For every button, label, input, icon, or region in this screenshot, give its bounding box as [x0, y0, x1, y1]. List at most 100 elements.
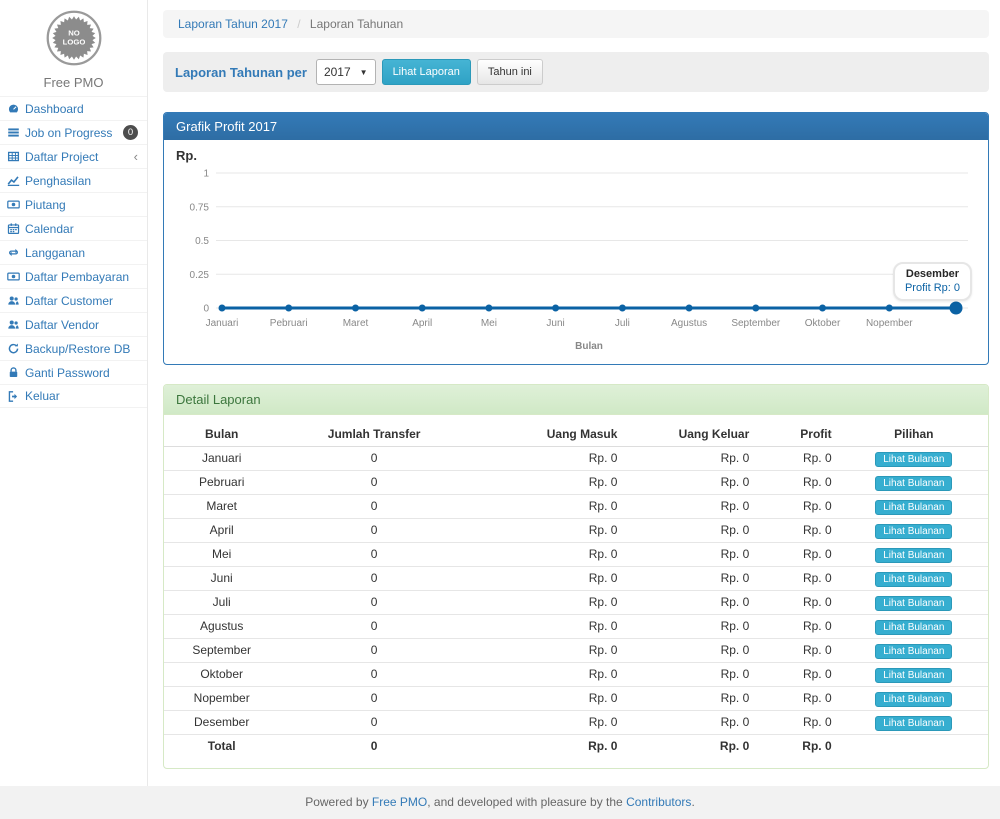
- lihat-bulanan-button[interactable]: Lihat Bulanan: [875, 524, 952, 539]
- no-logo-badge: NO LOGO: [45, 9, 103, 67]
- svg-text:Agustus: Agustus: [671, 318, 707, 329]
- logo-line-1: NO: [68, 28, 80, 37]
- table-cell: Rp. 0: [757, 735, 839, 759]
- lihat-bulanan-button[interactable]: Lihat Bulanan: [875, 548, 952, 563]
- footer: Powered by Free PMO, and developed with …: [0, 786, 1000, 819]
- sidebar-item-label: Ganti Password: [25, 366, 138, 380]
- table-cell: Rp. 0: [625, 687, 757, 711]
- table-cell: Desember: [164, 711, 279, 735]
- sidebar-item-label: Penghasilan: [25, 174, 138, 188]
- table-cell: Rp. 0: [469, 591, 626, 615]
- year-select-value: 2017: [324, 65, 351, 79]
- chevron-left-icon: ‹: [134, 150, 138, 163]
- sidebar-item-piutang[interactable]: Piutang: [0, 192, 147, 216]
- table-cell: Rp. 0: [625, 447, 757, 471]
- table-row: Desember0Rp. 0Rp. 0Rp. 0Lihat Bulanan: [164, 711, 988, 735]
- year-select[interactable]: 2017 ▼: [316, 59, 376, 85]
- sidebar-item-dashboard[interactable]: Dashboard: [0, 96, 147, 120]
- table-row: Januari0Rp. 0Rp. 0Rp. 0Lihat Bulanan: [164, 447, 988, 471]
- table-cell-actions: Lihat Bulanan: [840, 471, 988, 495]
- main-content: Laporan Tahun 2017 / Laporan Tahunan Lap…: [148, 0, 1000, 786]
- sidebar-item-daftar-pembayaran[interactable]: Daftar Pembayaran: [0, 264, 147, 288]
- table-cell-actions: Lihat Bulanan: [840, 663, 988, 687]
- sidebar-item-penghasilan[interactable]: Penghasilan: [0, 168, 147, 192]
- column-header: Bulan: [164, 423, 279, 447]
- table-row: Maret0Rp. 0Rp. 0Rp. 0Lihat Bulanan: [164, 495, 988, 519]
- svg-text:Mei: Mei: [481, 318, 497, 329]
- lihat-bulanan-button[interactable]: Lihat Bulanan: [875, 716, 952, 731]
- breadcrumb-current: Laporan Tahunan: [310, 17, 403, 31]
- footer-text-middle: , and developed with pleasure by the: [427, 795, 626, 809]
- svg-text:Juli: Juli: [615, 318, 630, 329]
- table-cell: 0: [279, 615, 469, 639]
- table-cell: 0: [279, 711, 469, 735]
- footer-text-suffix: .: [691, 795, 694, 809]
- refresh-icon: [7, 342, 20, 355]
- profit-line-chart-svg: 00.250.50.751JanuariPebruariMaretAprilMe…: [176, 165, 976, 365]
- sidebar-item-daftar-project[interactable]: Daftar Project‹: [0, 144, 147, 168]
- count-badge: 0: [123, 125, 138, 140]
- chart-tooltip: Desember Profit Rp: 0: [893, 262, 972, 301]
- sidebar-item-backup-restore-db[interactable]: Backup/Restore DB: [0, 336, 147, 360]
- table-cell: Rp. 0: [469, 687, 626, 711]
- footer-link-contributors[interactable]: Contributors: [626, 795, 691, 809]
- sidebar-item-langganan[interactable]: Langganan: [0, 240, 147, 264]
- report-panel: Detail Laporan BulanJumlah TransferUang …: [163, 384, 989, 769]
- sidebar-item-label: Job on Progress: [25, 126, 118, 140]
- breadcrumb-separator: /: [297, 17, 300, 31]
- table-cell-actions: [840, 735, 988, 759]
- svg-text:Maret: Maret: [343, 318, 369, 329]
- dashboard-icon: [7, 102, 20, 115]
- sidebar-item-calendar[interactable]: Calendar: [0, 216, 147, 240]
- tooltip-month: Desember: [905, 268, 960, 280]
- svg-text:0: 0: [203, 304, 209, 315]
- lihat-bulanan-button[interactable]: Lihat Bulanan: [875, 668, 952, 683]
- table-cell: Pebruari: [164, 471, 279, 495]
- table-cell: Rp. 0: [625, 519, 757, 543]
- sidebar-item-daftar-vendor[interactable]: Daftar Vendor: [0, 312, 147, 336]
- table-cell: Oktober: [164, 663, 279, 687]
- lihat-bulanan-button[interactable]: Lihat Bulanan: [875, 572, 952, 587]
- lihat-bulanan-button[interactable]: Lihat Bulanan: [875, 692, 952, 707]
- lihat-bulanan-button[interactable]: Lihat Bulanan: [875, 596, 952, 611]
- sidebar-item-label: Langganan: [25, 246, 138, 260]
- retweet-icon: [7, 246, 20, 259]
- table-cell: Nopember: [164, 687, 279, 711]
- table-cell: Rp. 0: [757, 615, 839, 639]
- table-row: Juni0Rp. 0Rp. 0Rp. 0Lihat Bulanan: [164, 567, 988, 591]
- table-cell-actions: Lihat Bulanan: [840, 615, 988, 639]
- profit-line-chart: 00.250.50.751JanuariPebruariMaretAprilMe…: [176, 165, 976, 368]
- breadcrumb-link[interactable]: Laporan Tahun 2017: [178, 17, 288, 31]
- lihat-bulanan-button[interactable]: Lihat Bulanan: [875, 476, 952, 491]
- table-cell: Rp. 0: [469, 519, 626, 543]
- table-row: Juli0Rp. 0Rp. 0Rp. 0Lihat Bulanan: [164, 591, 988, 615]
- y-axis-title: Rp.: [176, 148, 976, 165]
- footer-link-free-pmo[interactable]: Free PMO: [372, 795, 427, 809]
- column-header: Uang Masuk: [469, 423, 626, 447]
- lock-icon: [7, 366, 20, 379]
- lihat-bulanan-button[interactable]: Lihat Bulanan: [875, 452, 952, 467]
- column-header: Profit: [757, 423, 839, 447]
- filter-label: Laporan Tahunan per: [175, 65, 307, 80]
- brand: NO LOGO Free PMO: [0, 0, 147, 96]
- lihat-bulanan-button[interactable]: Lihat Bulanan: [875, 620, 952, 635]
- table-cell-actions: Lihat Bulanan: [840, 567, 988, 591]
- table-cell: 0: [279, 447, 469, 471]
- money-icon: [7, 270, 20, 283]
- sidebar-item-keluar[interactable]: Keluar: [0, 384, 147, 408]
- sidebar-item-daftar-customer[interactable]: Daftar Customer: [0, 288, 147, 312]
- lihat-laporan-button[interactable]: Lihat Laporan: [382, 59, 471, 85]
- svg-text:Juni: Juni: [546, 318, 564, 329]
- chart-panel-title: Grafik Profit 2017: [164, 113, 988, 140]
- lihat-bulanan-button[interactable]: Lihat Bulanan: [875, 644, 952, 659]
- sidebar-item-ganti-password[interactable]: Ganti Password: [0, 360, 147, 384]
- chart-panel: Grafik Profit 2017 Rp. 00.250.50.751Janu…: [163, 112, 989, 365]
- lihat-bulanan-button[interactable]: Lihat Bulanan: [875, 500, 952, 515]
- sidebar-item-job-on-progress[interactable]: Job on Progress 0: [0, 120, 147, 144]
- table-row: Nopember0Rp. 0Rp. 0Rp. 0Lihat Bulanan: [164, 687, 988, 711]
- tahun-ini-button[interactable]: Tahun ini: [477, 59, 543, 85]
- svg-text:0.25: 0.25: [190, 270, 210, 281]
- chart-area: Rp. 00.250.50.751JanuariPebruariMaretApr…: [164, 140, 988, 364]
- svg-text:0.75: 0.75: [190, 202, 210, 213]
- table-cell: Rp. 0: [757, 447, 839, 471]
